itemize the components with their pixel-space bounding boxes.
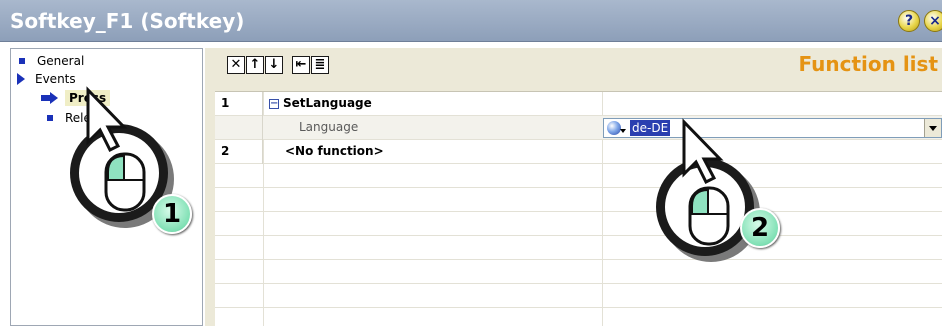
function-toolbar: ✕ ↑ ↓ ⇤ ≣	[227, 56, 330, 74]
table-row[interactable]: 1 − SetLanguage	[215, 92, 942, 116]
window-title: Softkey_F1 (Softkey)	[10, 9, 245, 33]
globe-icon[interactable]	[607, 121, 621, 135]
row-number: 2	[215, 140, 263, 164]
row-number	[215, 116, 263, 140]
bullet-icon	[47, 115, 53, 121]
function-list-panel: ✕ ↑ ↓ ⇤ ≣ Function list 1 − SetLanguage L…	[205, 48, 942, 326]
move-up-icon[interactable]: ↑	[246, 56, 264, 74]
callout-2: 2	[640, 118, 790, 278]
function-table: 1 − SetLanguage Language de-DE 2 <No func…	[215, 91, 942, 326]
chevron-down-icon	[620, 129, 626, 133]
bullet-icon	[19, 58, 25, 64]
function-name: <No function>	[285, 144, 384, 158]
delete-icon[interactable]: ✕	[227, 56, 245, 74]
table-row[interactable]	[215, 284, 942, 308]
outdent-icon[interactable]: ⇤	[292, 56, 310, 74]
window-titlebar: Softkey_F1 (Softkey) ? ×	[0, 0, 942, 42]
step-badge: 2	[740, 208, 780, 248]
pin-icon[interactable]: ?	[898, 10, 920, 32]
close-icon[interactable]: ×	[924, 10, 942, 32]
row-number: 1	[215, 92, 263, 116]
table-row[interactable]	[215, 260, 942, 284]
move-down-icon[interactable]: ↓	[265, 56, 283, 74]
callout-1: 1	[66, 84, 206, 244]
expand-arrow-icon	[17, 73, 25, 85]
selected-arrow-icon	[41, 92, 59, 104]
tree-item-label: General	[37, 54, 85, 68]
tree-item-general[interactable]: General	[19, 52, 84, 70]
mouse-click-icon	[682, 118, 730, 246]
list-icon[interactable]: ≣	[311, 56, 329, 74]
function-name: − SetLanguage	[269, 96, 372, 110]
table-row[interactable]	[215, 212, 942, 236]
table-row[interactable]: 2 <No function>	[215, 140, 942, 164]
table-row[interactable]	[215, 236, 942, 260]
table-row[interactable]: Language de-DE	[215, 116, 942, 140]
table-row[interactable]	[215, 308, 942, 326]
table-row[interactable]	[215, 164, 942, 188]
table-row[interactable]	[215, 188, 942, 212]
function-list-title: Function list	[798, 52, 938, 76]
step-badge: 1	[152, 194, 192, 234]
parameter-name: Language	[299, 120, 359, 134]
dropdown-button[interactable]	[924, 119, 941, 137]
collapse-icon[interactable]: −	[269, 98, 279, 109]
